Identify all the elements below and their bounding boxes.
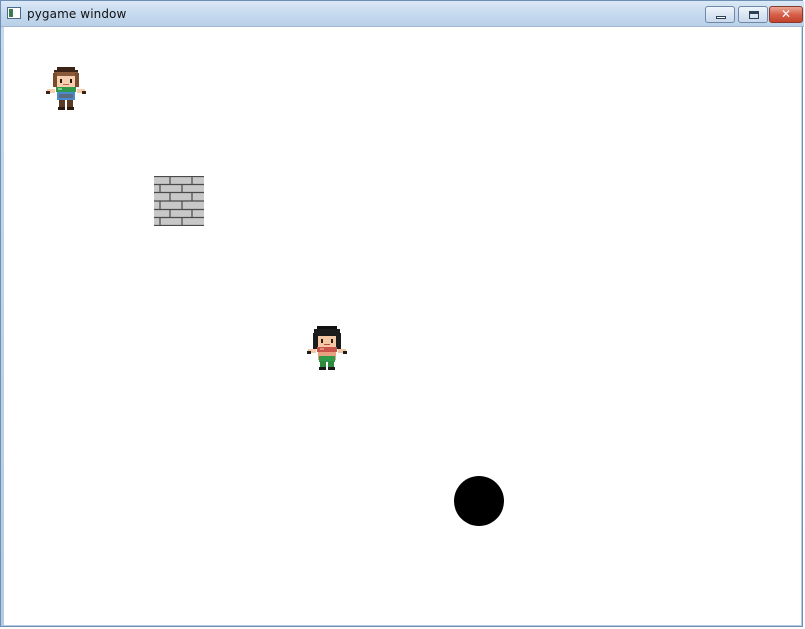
maximize-button[interactable] (738, 6, 768, 23)
window-title: pygame window (27, 7, 127, 21)
brick-wall-tile (154, 176, 204, 226)
minimize-icon (716, 16, 726, 19)
game-canvas[interactable] (4, 27, 801, 625)
maximize-icon (749, 11, 759, 19)
app-icon[interactable] (7, 7, 21, 19)
close-button[interactable]: ✕ (769, 6, 803, 23)
character-sprite-brown-hair (46, 67, 86, 110)
character-sprite-black-hair (307, 326, 347, 370)
title-bar[interactable]: pygame window ✕ (1, 1, 804, 27)
close-icon: ✕ (780, 7, 792, 21)
minimize-button[interactable] (705, 6, 735, 23)
pygame-window: pygame window ✕ (0, 0, 804, 627)
ball (454, 476, 504, 526)
